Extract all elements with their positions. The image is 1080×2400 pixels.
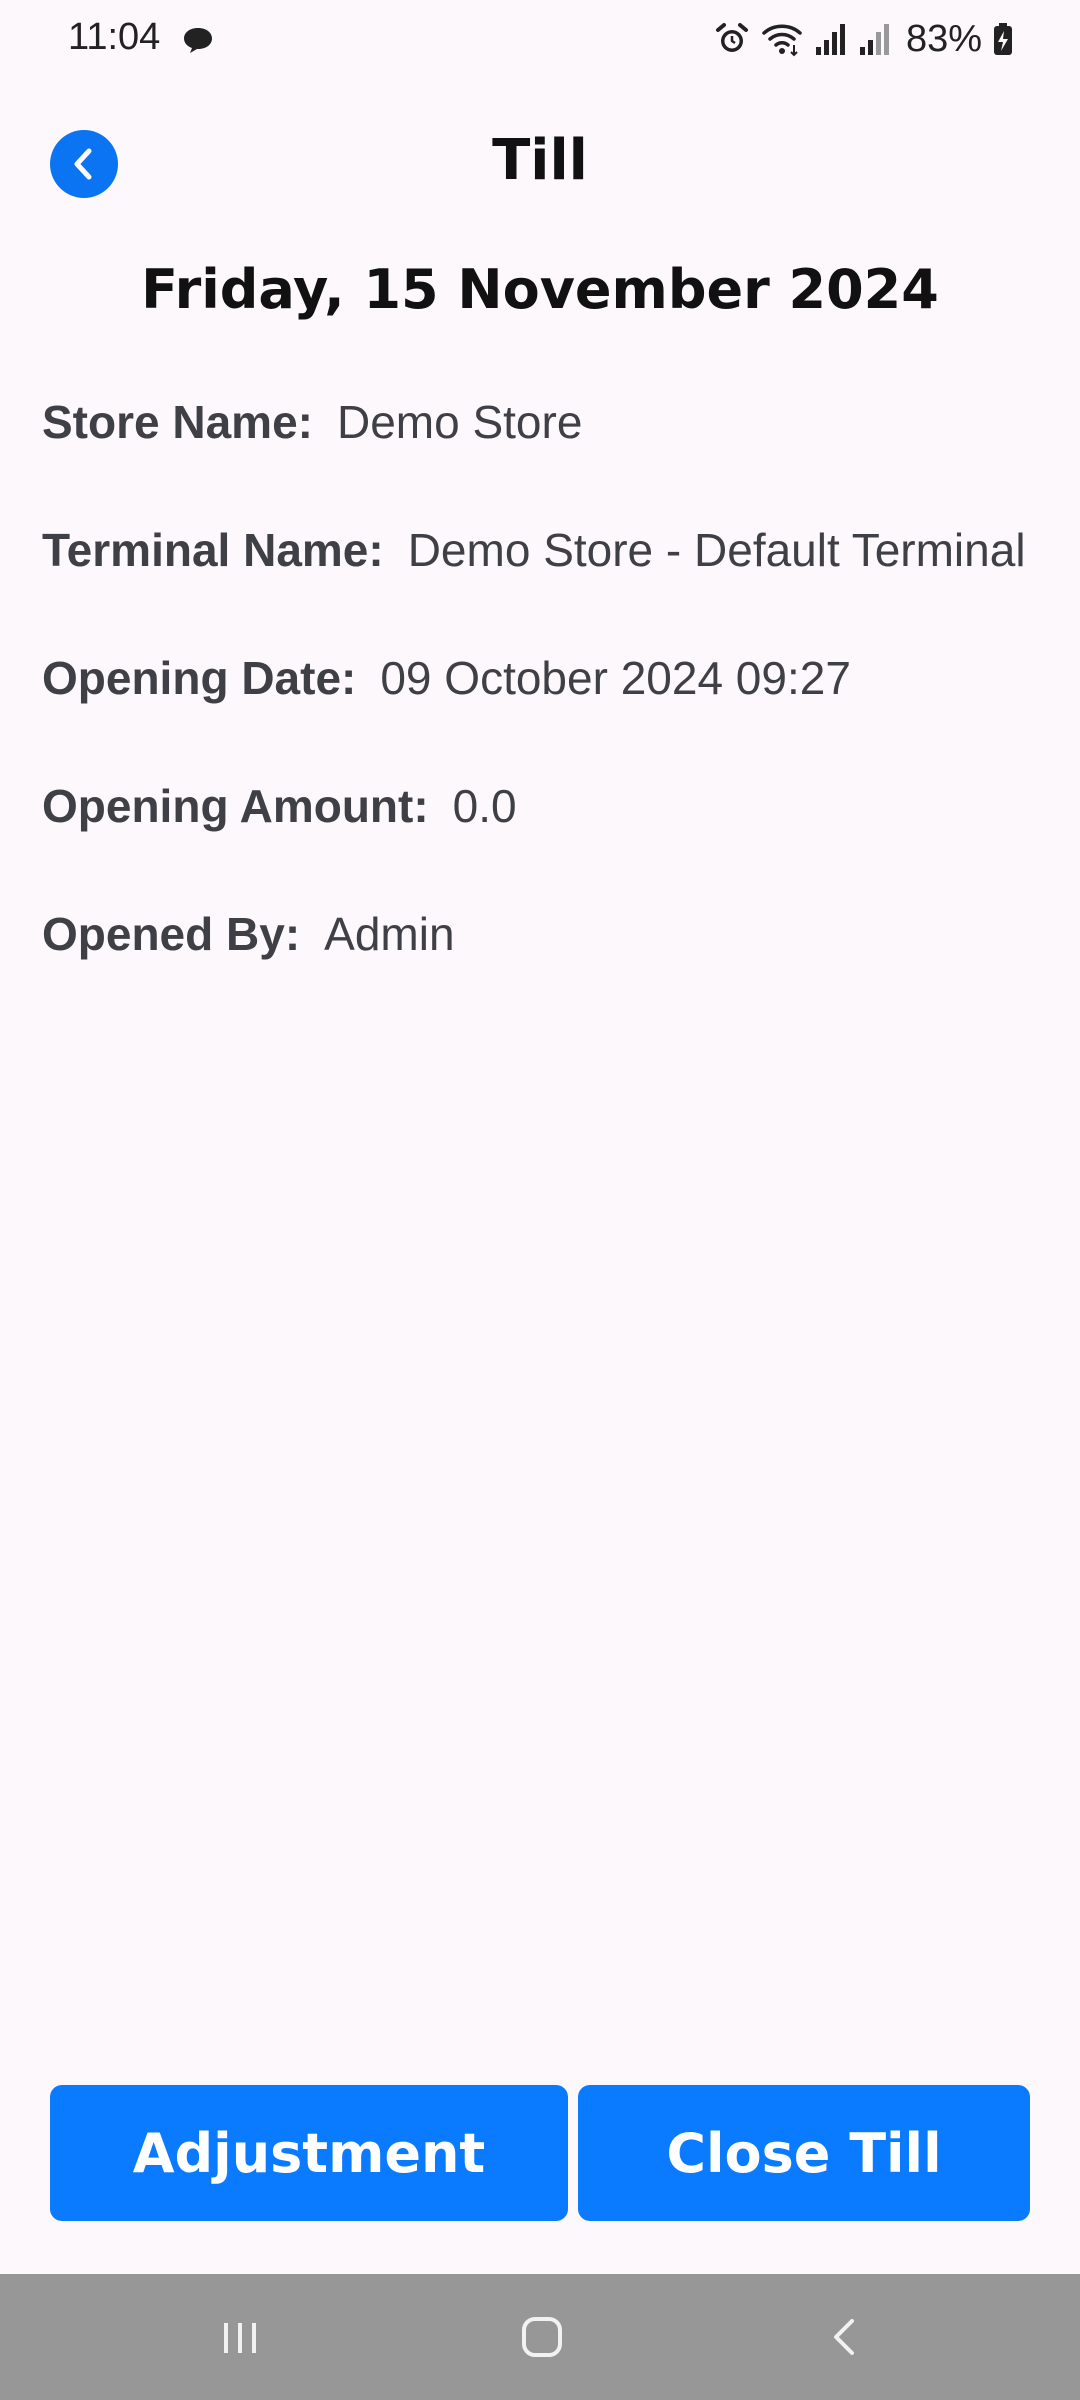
store-name-label: Store Name: [42,396,313,448]
recent-apps-icon[interactable] [214,2307,266,2367]
till-screen: 11:04 83% Till Friday, 15 November 2024 … [0,0,1080,2400]
info-row-store-name: Store Name: Demo Store [42,395,1062,523]
info-row-opening-amount: Opening Amount: 0.0 [42,779,1062,907]
till-info-list: Store Name: Demo Store Terminal Name: De… [42,395,1062,1035]
alarm-icon [715,23,748,52]
navigation-bar [0,2274,1080,2400]
home-icon[interactable] [512,2307,572,2367]
opening-amount-value: 0.0 [452,780,517,832]
page-title: Till [492,128,588,193]
battery-charging-icon [994,23,1012,55]
info-row-opened-by: Opened By: Admin [42,907,1062,1035]
store-name-value: Demo Store [336,396,583,448]
wifi-icon [762,24,802,57]
battery-percentage: 83% [905,17,982,60]
info-row-opening-date: Opening Date: 09 October 2024 09:27 [42,651,1062,779]
opened-by-label: Opened By: [42,908,301,960]
status-time: 11:04 [68,16,161,58]
message-icon [184,28,212,53]
signal-icon [859,24,889,55]
opening-date-label: Opening Date: [42,652,357,704]
date-heading: Friday, 15 November 2024 [141,258,939,321]
close-till-button[interactable]: Close Till [578,2085,1030,2221]
opening-amount-label: Opening Amount: [42,780,429,832]
terminal-name-value: Demo Store - Default Terminal [407,524,1026,576]
back-icon[interactable] [818,2307,870,2367]
status-icons: 83% [714,14,1014,64]
signal-icon [815,24,845,55]
adjustment-button[interactable]: Adjustment [50,2085,568,2221]
status-bar: 11:04 83% [0,0,1080,78]
opened-by-value: Admin [324,908,455,960]
info-row-terminal-name: Terminal Name: Demo Store - Default Term… [42,523,1062,651]
terminal-name-label: Terminal Name: [42,524,384,576]
opening-date-value: 09 October 2024 09:27 [380,652,851,704]
